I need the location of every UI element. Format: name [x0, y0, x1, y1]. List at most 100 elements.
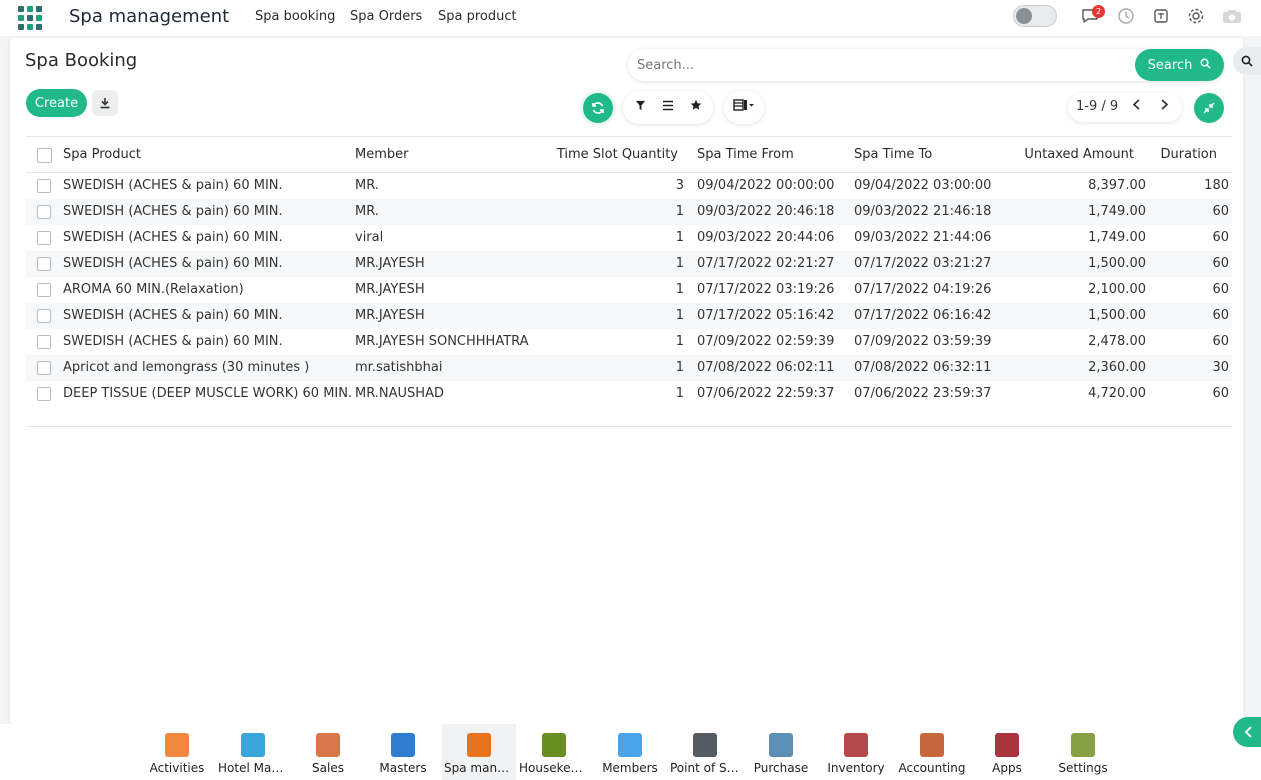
- row-checkbox[interactable]: [37, 257, 51, 271]
- cell-member: MR.: [355, 204, 379, 219]
- column-header-spa-time-to[interactable]: Spa Time To: [854, 147, 932, 162]
- pager-value[interactable]: 1-9 / 9: [1076, 99, 1118, 114]
- dock-item-activities[interactable]: Activities: [140, 724, 214, 780]
- zoom-icon[interactable]: [1233, 47, 1261, 75]
- download-icon[interactable]: [92, 90, 118, 116]
- cell-duration: 60: [1212, 282, 1229, 297]
- dock-item-pos[interactable]: Point of Sa...: [668, 724, 742, 780]
- dock-item-inventory[interactable]: Inventory: [819, 724, 893, 780]
- table-row[interactable]: SWEDISH (ACHES & pain) 60 MIN. MR. 3 09/04/…: [26, 173, 1232, 199]
- clock-icon[interactable]: [1116, 7, 1136, 27]
- row-checkbox[interactable]: [37, 361, 51, 375]
- pager: 1-9 / 9: [1068, 93, 1182, 122]
- cell-spa-product: SWEDISH (ACHES & pain) 60 MIN.: [63, 334, 283, 349]
- dock-item-apps[interactable]: Apps: [970, 724, 1044, 780]
- cell-spa-time-from: 07/06/2022 22:59:37: [697, 386, 835, 401]
- row-checkbox[interactable]: [37, 335, 51, 349]
- view-switcher-icon[interactable]: [724, 91, 764, 124]
- refresh-icon[interactable]: [583, 93, 613, 123]
- column-header-spa-time-from[interactable]: Spa Time From: [697, 147, 794, 162]
- dock-item-housekeeping[interactable]: Housekee...: [517, 724, 591, 780]
- cell-spa-time-from: 09/03/2022 20:44:06: [697, 230, 835, 245]
- column-header-time-slot-quantity[interactable]: Time Slot Quantity: [557, 147, 678, 162]
- cell-spa-time-to: 09/04/2022 03:00:00: [854, 178, 992, 193]
- nav-spa-product[interactable]: Spa product: [438, 9, 517, 24]
- app-title: Spa management: [69, 6, 230, 27]
- row-checkbox[interactable]: [37, 231, 51, 245]
- table-row[interactable]: SWEDISH (ACHES & pain) 60 MIN. MR.JAYESH 1…: [26, 251, 1232, 277]
- row-checkbox[interactable]: [37, 309, 51, 323]
- dock-item-label: Point of Sa...: [670, 761, 742, 775]
- table-row[interactable]: AROMA 60 MIN.(Relaxation) MR.JAYESH 1 07/17…: [26, 277, 1232, 303]
- dock-item-label: Accounting: [898, 761, 966, 775]
- cell-spa-product: SWEDISH (ACHES & pain) 60 MIN.: [63, 256, 283, 271]
- dock-item-label: Settings: [1058, 761, 1108, 775]
- dock-item-accounting[interactable]: Accounting: [895, 724, 969, 780]
- gear-icon[interactable]: [1186, 7, 1206, 27]
- row-checkbox[interactable]: [37, 205, 51, 219]
- dock-item-sales[interactable]: Sales: [291, 724, 365, 780]
- dock-item-label: Inventory: [827, 761, 885, 775]
- column-header-member[interactable]: Member: [355, 147, 408, 162]
- app-dock: Activities Hotel Man... Sales Masters Spa ma…: [0, 724, 1261, 780]
- table-header: Spa Product Member Time Slot Quantity Sp…: [26, 136, 1232, 173]
- table-row[interactable]: SWEDISH (ACHES & pain) 60 MIN. MR. 1 09/03/…: [26, 199, 1232, 225]
- nav-spa-booking[interactable]: Spa booking: [255, 9, 335, 24]
- top-navbar: Spa management Spa booking Spa Orders Sp…: [0, 0, 1261, 36]
- filter-icon[interactable]: [625, 91, 655, 124]
- cell-member: MR.JAYESH: [355, 256, 425, 271]
- table-row[interactable]: SWEDISH (ACHES & pain) 60 MIN. MR.JAYESH …: [26, 329, 1232, 355]
- apps-icon: [995, 733, 1019, 757]
- cell-untaxed-amount: 2,100.00: [1088, 282, 1146, 297]
- dock-item-settings[interactable]: Settings: [1046, 724, 1120, 780]
- nav-spa-orders[interactable]: Spa Orders: [350, 9, 422, 24]
- row-checkbox[interactable]: [37, 283, 51, 297]
- dock-item-members[interactable]: Members: [593, 724, 667, 780]
- chevron-left-icon[interactable]: [1126, 97, 1146, 117]
- column-header-duration[interactable]: Duration: [1161, 147, 1217, 162]
- cell-spa-time-from: 07/17/2022 02:21:27: [697, 256, 835, 271]
- group-by-icon[interactable]: [653, 91, 683, 124]
- camera-icon[interactable]: [1222, 7, 1242, 27]
- chevron-left-icon[interactable]: [1233, 717, 1261, 747]
- cell-duration: 60: [1212, 230, 1229, 245]
- favorites-star-icon[interactable]: [681, 91, 711, 124]
- translate-icon[interactable]: [1151, 7, 1171, 27]
- column-header-spa-product[interactable]: Spa Product: [63, 147, 141, 162]
- collapse-icon[interactable]: [1194, 93, 1224, 123]
- table-row[interactable]: DEEP TISSUE (DEEP MUSCLE WORK) 60 MIN. MR…: [26, 381, 1232, 407]
- app-menu-grid-icon[interactable]: [18, 6, 42, 30]
- row-checkbox[interactable]: [37, 387, 51, 401]
- cell-untaxed-amount: 1,749.00: [1088, 230, 1146, 245]
- cell-duration: 60: [1212, 204, 1229, 219]
- cell-time-slot-quantity: 1: [675, 256, 684, 271]
- cell-time-slot-quantity: 1: [675, 334, 684, 349]
- bookings-table: Spa Product Member Time Slot Quantity Sp…: [26, 136, 1232, 427]
- dock-item-hotel[interactable]: Hotel Man...: [216, 724, 290, 780]
- cell-untaxed-amount: 2,478.00: [1088, 334, 1146, 349]
- select-all-checkbox[interactable]: [37, 148, 52, 163]
- dock-item-purchase[interactable]: Purchase: [744, 724, 818, 780]
- dark-mode-toggle[interactable]: [1013, 5, 1057, 27]
- table-row[interactable]: SWEDISH (ACHES & pain) 60 MIN. MR.JAYESH 1…: [26, 303, 1232, 329]
- purchase-icon: [769, 733, 793, 757]
- cell-spa-product: SWEDISH (ACHES & pain) 60 MIN.: [63, 204, 283, 219]
- dock-item-label: Masters: [379, 761, 427, 775]
- cell-duration: 60: [1212, 256, 1229, 271]
- table-row[interactable]: SWEDISH (ACHES & pain) 60 MIN. viral 1 09/0…: [26, 225, 1232, 251]
- row-checkbox[interactable]: [37, 179, 51, 193]
- table-footer: [26, 407, 1232, 427]
- search-icon: [1200, 58, 1211, 73]
- column-header-untaxed-amount[interactable]: Untaxed Amount: [1024, 147, 1134, 162]
- create-button[interactable]: Create: [26, 89, 87, 117]
- dock-item-spa[interactable]: Spa mana...: [442, 724, 516, 780]
- cell-untaxed-amount: 1,500.00: [1088, 256, 1146, 271]
- dock-item-masters[interactable]: Masters: [366, 724, 440, 780]
- cell-duration: 180: [1204, 178, 1229, 193]
- search-input[interactable]: [628, 49, 1134, 81]
- search-button[interactable]: Search: [1135, 49, 1224, 81]
- table-row[interactable]: Apricot and lemongrass (30 minutes ) mr.s…: [26, 355, 1232, 381]
- chevron-right-icon[interactable]: [1154, 97, 1174, 117]
- cell-spa-time-to: 07/08/2022 06:32:11: [854, 360, 992, 375]
- housekeeping-icon: [542, 733, 566, 757]
